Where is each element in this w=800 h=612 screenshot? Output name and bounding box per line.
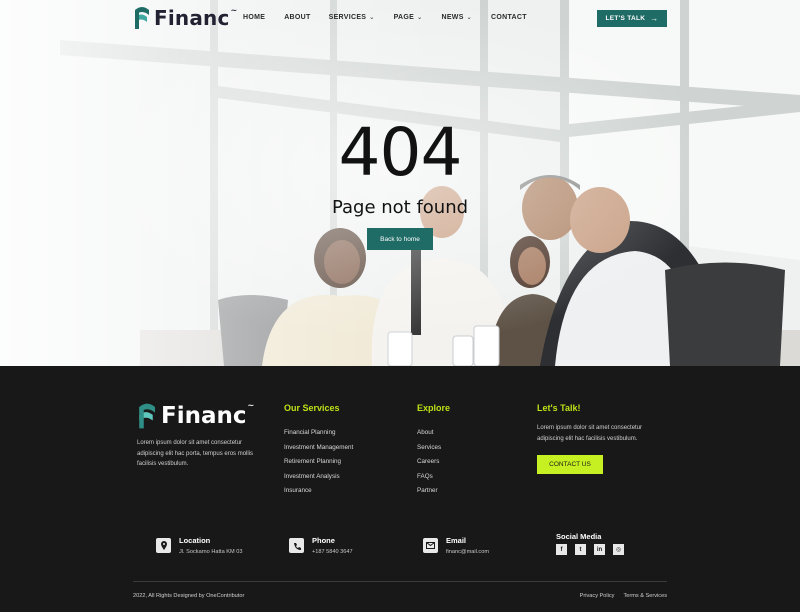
contact-phone: Phone +187 5840 3647 [289, 536, 353, 555]
footer-divider [133, 581, 667, 582]
twitter-icon[interactable]: t [575, 544, 586, 555]
contact-email: Email financ@mail.com [423, 536, 489, 555]
services-list: Financial Planning Investment Management… [284, 429, 353, 502]
services-link[interactable]: Investment Management [284, 444, 353, 459]
services-link[interactable]: Investment Analysis [284, 473, 353, 488]
legal-links: Privacy Policy Terms & Services [571, 593, 667, 599]
brand-logo-icon [139, 403, 155, 429]
services-link[interactable]: Retirement Planning [284, 458, 353, 473]
hero-section: Financ~ HOME ABOUT SERVICES ⌄ PAGE ⌄ NEWS ⌄… [0, 0, 800, 366]
location-pin-icon [156, 538, 171, 553]
location-title: Location [179, 536, 211, 545]
footer-brand-logo[interactable]: Financ~ [137, 401, 255, 430]
arrow-right-icon: → [650, 14, 659, 23]
footer-brand-name: Financ~ [161, 401, 255, 429]
site-footer: Financ~ Lorem ipsum dolor sit amet conse… [0, 366, 800, 612]
nav-item-page[interactable]: PAGE ⌄ [394, 14, 423, 21]
back-to-home-button[interactable]: Back to home [367, 228, 433, 250]
main-menu: HOME ABOUT SERVICES ⌄ PAGE ⌄ NEWS ⌄ CONTACT [243, 14, 527, 21]
explore-link[interactable]: Partner [417, 487, 441, 502]
copyright-text: 2022, All Rights Designed by OneContribu… [133, 593, 245, 599]
phone-icon [289, 538, 304, 553]
linkedin-icon[interactable]: in [594, 544, 605, 555]
chevron-down-icon: ⌄ [466, 15, 472, 21]
explore-link[interactable]: About [417, 429, 441, 444]
explore-link[interactable]: FAQs [417, 473, 441, 488]
social-icons: f t in ◎ [556, 544, 632, 555]
facebook-icon[interactable]: f [556, 544, 567, 555]
chevron-down-icon: ⌄ [417, 15, 423, 21]
email-title: Email [446, 536, 467, 545]
envelope-icon [423, 538, 438, 553]
email-text[interactable]: financ@mail.com [446, 549, 489, 555]
nav-item-about[interactable]: ABOUT [284, 14, 310, 21]
lets-talk-title: Let's Talk! [537, 403, 581, 413]
explore-title: Explore [417, 403, 451, 413]
nav-item-home[interactable]: HOME [243, 14, 265, 21]
instagram-icon[interactable]: ◎ [613, 544, 624, 555]
brand-logo[interactable]: Financ~ [133, 6, 237, 30]
error-message: Page not found [331, 197, 469, 218]
location-text: Jl. Sockarno Hatta KM 03 [179, 549, 243, 555]
services-link[interactable]: Insurance [284, 487, 353, 502]
nav-item-services[interactable]: SERVICES ⌄ [329, 14, 375, 21]
terms-link[interactable]: Terms & Services [623, 593, 667, 599]
lets-talk-button[interactable]: LET'S TALK → [597, 10, 667, 27]
privacy-policy-link[interactable]: Privacy Policy [580, 593, 615, 599]
lets-talk-description: Lorem ipsum dolor sit amet consectetur a… [537, 425, 643, 442]
social-media-title: Social Media [556, 532, 602, 541]
explore-link[interactable]: Services [417, 444, 441, 459]
services-title: Our Services [284, 403, 340, 413]
brand-logo-icon [135, 7, 149, 29]
footer-description: Lorem ipsum dolor sit amet consectetur a… [137, 440, 254, 467]
nav-item-news[interactable]: NEWS ⌄ [441, 14, 472, 21]
top-navigation: Financ~ HOME ABOUT SERVICES ⌄ PAGE ⌄ NEWS ⌄… [0, 0, 800, 38]
phone-title: Phone [312, 536, 335, 545]
nav-item-contact[interactable]: CONTACT [491, 14, 527, 21]
contact-us-button[interactable]: CONTACT US [537, 455, 603, 474]
contact-location: Location Jl. Sockarno Hatta KM 03 [156, 536, 242, 555]
explore-list: About Services Careers FAQs Partner [417, 429, 441, 502]
services-link[interactable]: Financial Planning [284, 429, 353, 444]
brand-name: Financ~ [154, 6, 238, 30]
error-code: 404 [338, 114, 463, 191]
explore-link[interactable]: Careers [417, 458, 441, 473]
phone-text[interactable]: +187 5840 3647 [312, 549, 353, 555]
chevron-down-icon: ⌄ [369, 15, 375, 21]
